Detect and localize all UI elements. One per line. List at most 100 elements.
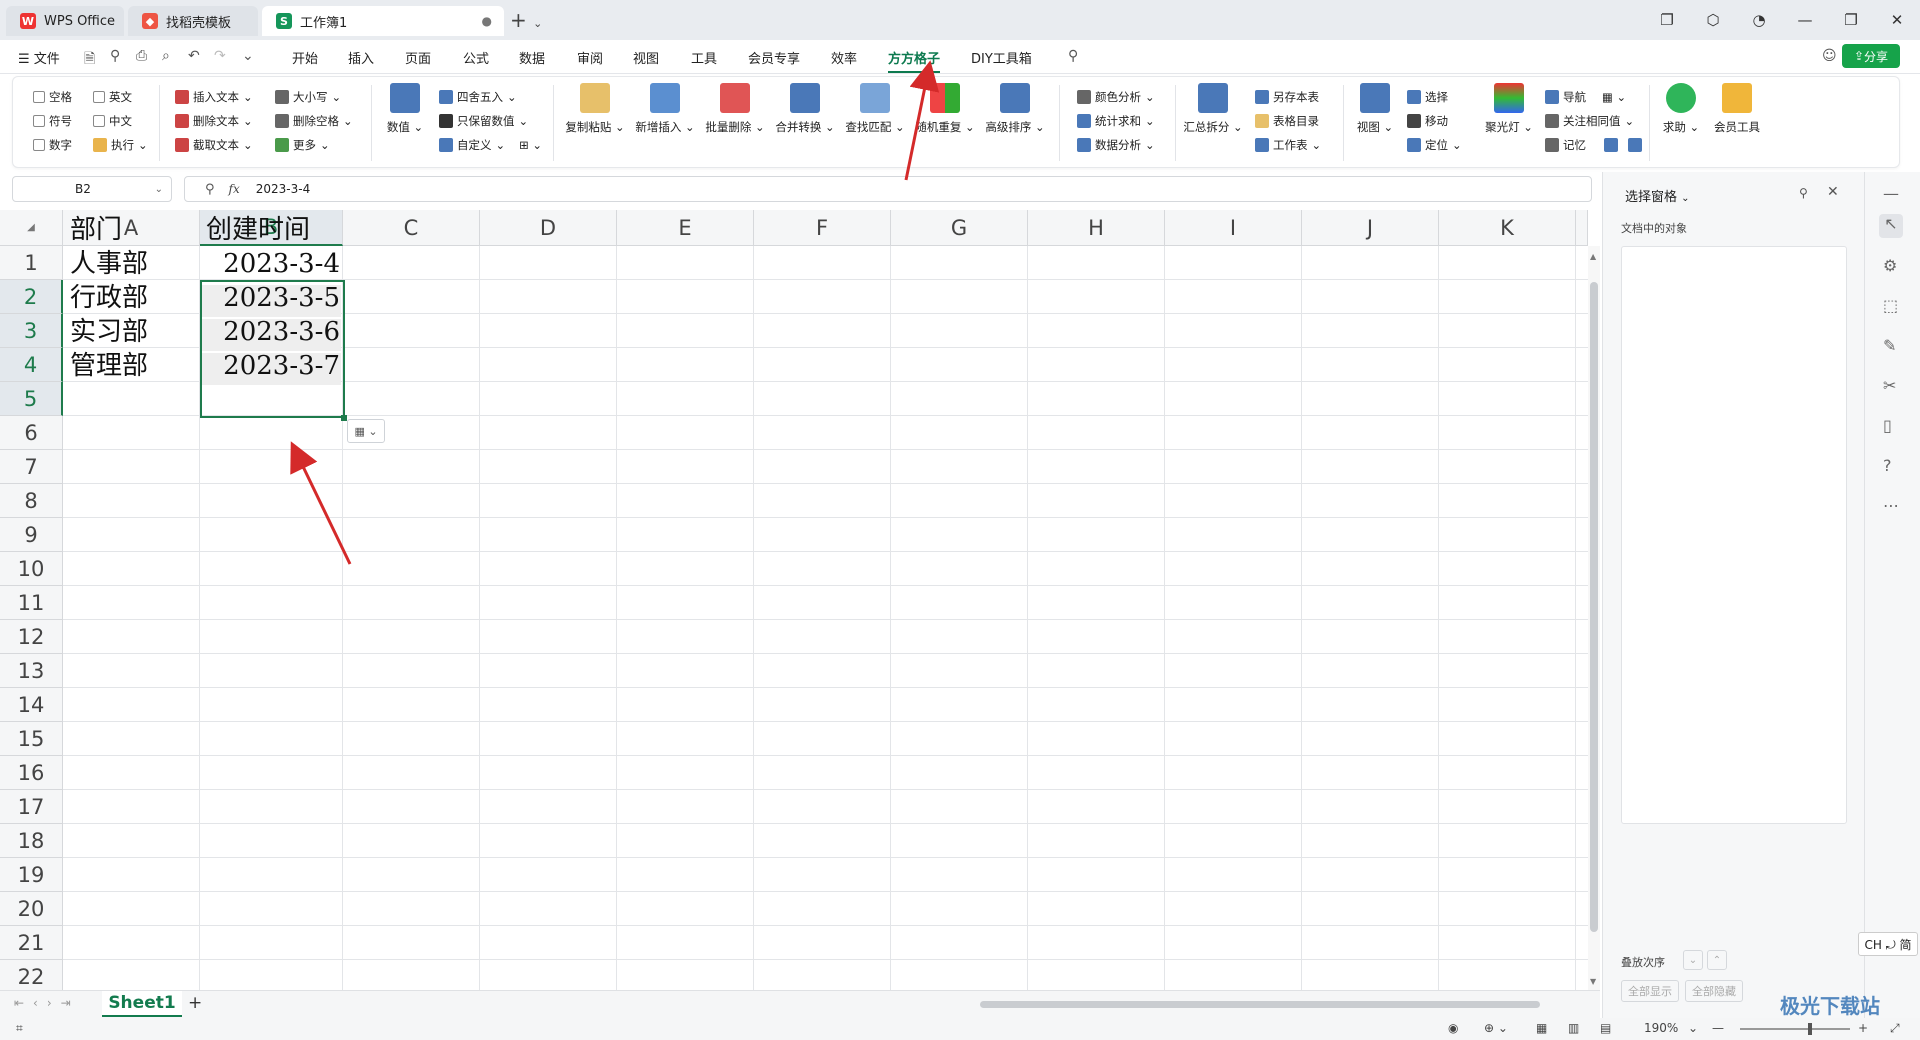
row-header-5[interactable]: 5: [0, 382, 63, 416]
col-header-C[interactable]: C: [343, 210, 480, 246]
navigation-button[interactable]: 导航 ▦ ⌄: [1545, 89, 1626, 105]
menu-data[interactable]: 数据: [519, 48, 545, 67]
preview-icon[interactable]: ⌕: [162, 48, 170, 64]
focus-same-value-button[interactable]: 关注相同值 ⌄: [1545, 113, 1634, 129]
horizontal-scroll-thumb[interactable]: [980, 1001, 1540, 1008]
check-chinese[interactable]: 中文: [93, 113, 132, 129]
zoom-out-icon[interactable]: —: [1712, 1021, 1724, 1035]
name-box[interactable]: B2 ⌄: [12, 176, 172, 202]
tab-wps-office[interactable]: W WPS Office: [6, 6, 124, 36]
avatar[interactable]: ◔: [1736, 11, 1782, 29]
fill-handle[interactable]: [341, 415, 347, 421]
merge-convert-button[interactable]: 合并转换 ⌄: [773, 83, 837, 135]
advanced-sort-button[interactable]: 高级排序 ⌄: [983, 83, 1047, 135]
row-header-20[interactable]: 20: [0, 892, 63, 926]
vertical-scrollbar[interactable]: ▲ ▼: [1588, 246, 1600, 990]
comment-icon[interactable]: ☺: [1822, 48, 1837, 64]
cell-B1[interactable]: 创建时间: [206, 213, 310, 247]
row-header-15[interactable]: 15: [0, 722, 63, 756]
layout-icon[interactable]: ❐: [1644, 11, 1690, 29]
row-header-10[interactable]: 10: [0, 552, 63, 586]
col-header-F[interactable]: F: [754, 210, 891, 246]
pointer-icon[interactable]: ↖: [1879, 214, 1903, 238]
selection-range[interactable]: [200, 280, 345, 418]
move-button[interactable]: 移动: [1407, 113, 1448, 129]
cell-A5[interactable]: 管理部: [70, 349, 148, 383]
worksheet-button[interactable]: 工作表 ⌄: [1255, 137, 1321, 153]
view-button[interactable]: 视图 ⌄: [1347, 83, 1403, 135]
settings-icon[interactable]: ⚙: [1883, 256, 1897, 275]
zoom-in-icon[interactable]: +: [1858, 1021, 1868, 1035]
cube-icon[interactable]: ⬡: [1690, 11, 1736, 29]
eye-protection-icon[interactable]: ◉: [1448, 1021, 1458, 1035]
col-header-H[interactable]: H: [1028, 210, 1165, 246]
extract-text-button[interactable]: 截取文本 ⌄: [175, 137, 253, 153]
edit-icon[interactable]: ✎: [1883, 336, 1896, 355]
save-sheet-button[interactable]: 另存本表: [1255, 89, 1319, 105]
zoom-slider[interactable]: [1740, 1023, 1850, 1035]
case-button[interactable]: 大小写 ⌄: [275, 89, 341, 105]
menu-page[interactable]: 页面: [405, 48, 431, 67]
stat-sum-button[interactable]: 统计求和 ⌄: [1077, 113, 1155, 129]
locate-button[interactable]: 定位 ⌄: [1407, 137, 1462, 153]
row-header-2[interactable]: 2: [0, 280, 63, 314]
normal-view-icon[interactable]: ▦: [1536, 1021, 1547, 1035]
grid-icon[interactable]: ▦ ⌄: [1602, 90, 1626, 104]
zoom-level[interactable]: 190%: [1644, 1021, 1678, 1035]
new-tab-button[interactable]: + ⌄: [510, 8, 542, 32]
page-layout-icon[interactable]: ▥: [1568, 1021, 1579, 1035]
menu-fangfanggezi[interactable]: 方方格子: [888, 48, 941, 73]
vertical-scroll-thumb[interactable]: [1590, 282, 1598, 932]
menu-review[interactable]: 审阅: [577, 48, 603, 67]
show-all-button[interactable]: 全部显示: [1621, 980, 1679, 1002]
zoom-dropdown-icon[interactable]: ⌄: [1688, 1021, 1698, 1035]
check-space[interactable]: 空格: [33, 89, 72, 105]
sheet-nav-arrows[interactable]: ⇤‹›⇥: [14, 996, 80, 1010]
order-up-button[interactable]: ⌃: [1707, 950, 1727, 970]
random-repeat-button[interactable]: 随机重复 ⌄: [913, 83, 977, 135]
menu-home[interactable]: 开始: [292, 48, 318, 67]
order-down-button[interactable]: ⌄: [1683, 950, 1703, 970]
page-break-icon[interactable]: ▤: [1600, 1021, 1611, 1035]
zoom-icon[interactable]: ⚲: [205, 182, 215, 197]
macro-icon[interactable]: ⌗: [16, 1021, 23, 1036]
spreadsheet-grid[interactable]: ◢ A B C D E F G H I J K 1 2 3 4 5 6 7 8 9 10 11 12 1…: [0, 210, 1600, 990]
row-header-18[interactable]: 18: [0, 824, 63, 858]
row-header-14[interactable]: 14: [0, 688, 63, 722]
row-header-1[interactable]: 1: [0, 246, 63, 280]
undo-icon[interactable]: ↶: [188, 48, 200, 64]
redo-icon[interactable]: ↷: [214, 48, 226, 64]
select-button[interactable]: 选择: [1407, 89, 1448, 105]
copy-paste-button[interactable]: 复制粘贴 ⌄: [563, 83, 627, 135]
minimize-icon[interactable]: —: [1782, 11, 1828, 29]
chevron-down-icon[interactable]: ⌄: [242, 48, 254, 64]
row-header-21[interactable]: 21: [0, 926, 63, 960]
row-header-17[interactable]: 17: [0, 790, 63, 824]
fullscreen-icon[interactable]: ⤢: [1890, 1021, 1900, 1036]
col-header-K[interactable]: K: [1439, 210, 1576, 246]
tab-workbook[interactable]: S 工作簿1 ●: [262, 6, 504, 36]
keep-values-button[interactable]: 只保留数值 ⌄: [439, 113, 528, 129]
crosshair-icon[interactable]: ⊕ ⌄: [1484, 1021, 1508, 1035]
print-icon[interactable]: ⎙: [136, 48, 147, 64]
data-analysis-button[interactable]: 数据分析 ⌄: [1077, 137, 1155, 153]
cell-A3[interactable]: 行政部: [70, 281, 148, 315]
cell-A4[interactable]: 实习部: [70, 315, 148, 349]
col-header-E[interactable]: E: [617, 210, 754, 246]
spotlight-button[interactable]: 聚光灯 ⌄: [1477, 83, 1541, 135]
member-tools-button[interactable]: 会员工具: [1707, 83, 1767, 135]
col-header-I[interactable]: I: [1165, 210, 1302, 246]
remove-space-button[interactable]: 删除空格 ⌄: [275, 113, 353, 129]
row-header-13[interactable]: 13: [0, 654, 63, 688]
summary-split-button[interactable]: 汇总拆分 ⌄: [1181, 83, 1245, 135]
search-doc-icon[interactable]: ⚲: [110, 48, 120, 64]
cell-A1[interactable]: 部门: [70, 213, 122, 247]
objects-list[interactable]: [1621, 246, 1847, 824]
save-icon[interactable]: 🗎: [84, 48, 95, 72]
row-header-16[interactable]: 16: [0, 756, 63, 790]
col-header-D[interactable]: D: [480, 210, 617, 246]
forward-icon[interactable]: [1628, 138, 1642, 152]
share-button[interactable]: ⇪ 分享: [1842, 44, 1900, 68]
close-pane-icon[interactable]: ✕: [1827, 184, 1839, 200]
numeric-button[interactable]: 数值 ⌄: [375, 83, 435, 135]
